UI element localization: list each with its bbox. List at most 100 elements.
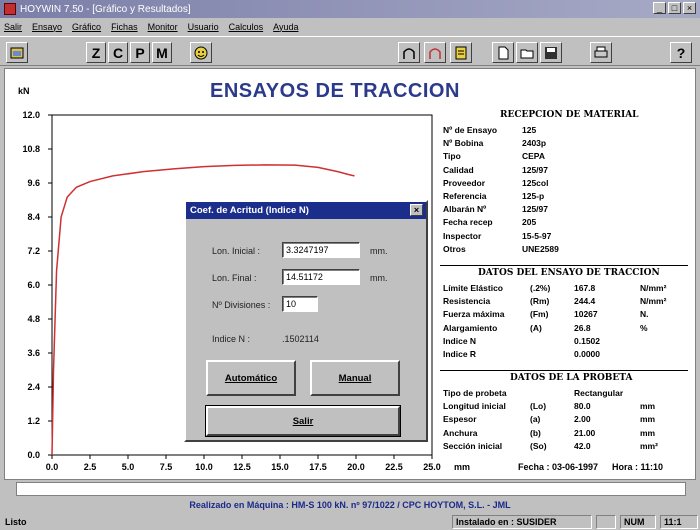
divisiones-input[interactable]: 10 (282, 296, 318, 312)
probeta-value: 80.0 (574, 401, 591, 412)
machine-info: Realizado en Máquina : HM-S 100 kN. nº 9… (189, 500, 511, 510)
probeta-symbol: (a) (530, 414, 541, 425)
status-text: Listo (5, 517, 27, 527)
x-tick-label: 7.5 (160, 462, 173, 472)
probeta-value: Rectangular (574, 388, 624, 398)
x-tick-label: 15.0 (271, 462, 289, 472)
datos-value: 0.1502 (574, 335, 600, 346)
recepcion-value: 125col (522, 177, 549, 188)
probeta-key: Longitud inicial (443, 401, 506, 412)
datos-key: Fuerza máxima (443, 309, 505, 320)
indice-n-value: .1502114 (282, 334, 319, 344)
salir-button[interactable]: Salir (205, 405, 401, 437)
recepcion-value: 125 (522, 125, 537, 135)
dialog-close-button[interactable]: × (410, 204, 423, 216)
y-tick-label: 8.4 (27, 212, 40, 222)
manual-button[interactable]: Manual (310, 360, 400, 396)
indice-n-dialog: Coef. de Acritud (Indice N) × Lon. Inici… (184, 200, 428, 442)
y-tick-label: 6.0 (27, 280, 40, 290)
panel-divider (440, 265, 688, 266)
datos-unit: N/mm² (640, 283, 667, 293)
recepcion-key: Otros (443, 243, 466, 254)
datos-key: Resistencia (443, 296, 491, 307)
recepcion-value: CEPA (522, 151, 545, 162)
recepcion-value: 2403p (522, 138, 547, 149)
x-tick-label: 20.0 (347, 462, 365, 472)
probeta-unit: mm (640, 401, 656, 412)
recepcion-value: 125/97 (522, 204, 548, 215)
probeta-symbol: (Lo) (530, 401, 547, 412)
x-tick-label: 5.0 (122, 462, 135, 472)
datos-header: DATOS DEL ENSAYO DE TRACCION (478, 268, 660, 278)
y-tick-label: 7.2 (27, 246, 40, 256)
y-tick-label: 2.4 (27, 382, 40, 392)
datos-symbol: (Fm) (530, 309, 549, 320)
recepcion-key: Proveedor (443, 177, 486, 188)
probeta-key: Anchura (443, 427, 478, 438)
x-tick-label: 0.0 (46, 462, 59, 472)
dialog-titlebar: Coef. de Acritud (Indice N) × (186, 202, 426, 219)
x-axis-unit: mm (454, 462, 470, 472)
datos-unit: N/mm² (640, 296, 667, 307)
probeta-unit: mm² (640, 440, 658, 451)
panel-divider (440, 370, 688, 371)
x-tick-label: 10.0 (195, 462, 213, 472)
probeta-symbol: (So) (530, 440, 547, 451)
fecha-label: Fecha : 03-06-1997 (518, 462, 599, 472)
recepcion-value: 205 (522, 217, 537, 228)
probeta-unit: mm (640, 414, 656, 425)
datos-value: 10267 (574, 309, 598, 320)
status-num: NUM (620, 515, 656, 529)
y-tick-label: 4.8 (27, 314, 40, 324)
x-tick-label: 22.5 (385, 462, 403, 472)
lon-final-input[interactable]: 14.51172 (282, 269, 360, 285)
y-tick-label: 10.8 (22, 144, 40, 154)
x-tick-label: 17.5 (309, 462, 327, 472)
probeta-value: 21.00 (574, 427, 596, 438)
datos-value: 0.0000 (574, 349, 600, 359)
chart-title: ENSAYOS DE TRACCION (210, 80, 460, 102)
y-tick-label: 3.6 (27, 348, 40, 358)
lon-inicial-unit: mm. (370, 246, 388, 256)
x-tick-label: 12.5 (233, 462, 251, 472)
datos-key: Indice R (443, 349, 477, 359)
y-tick-label: 9.6 (27, 178, 40, 188)
datos-symbol: (A) (530, 322, 542, 333)
datos-unit: N. (640, 309, 649, 320)
lon-final-label: Lon. Final : (212, 273, 257, 283)
probeta-key: Espesor (443, 414, 477, 425)
datos-key: Alargamiento (443, 322, 498, 333)
status-blank (596, 515, 616, 529)
probeta-header: DATOS DE LA PROBETA (510, 373, 633, 383)
y-axis-label: kN (18, 86, 30, 96)
y-tick-label: 0.0 (27, 450, 40, 460)
datos-symbol: (Rm) (530, 296, 550, 307)
lon-inicial-input[interactable]: 3.3247197 (282, 242, 360, 258)
y-tick-label: 1.2 (27, 416, 40, 426)
y-tick-label: 12.0 (22, 110, 40, 120)
recepcion-key: Calidad (443, 164, 474, 175)
probeta-unit: mm (640, 427, 656, 438)
indice-n-label: Indice N : (212, 334, 251, 344)
lon-inicial-label: Lon. Inicial : (212, 246, 261, 256)
dialog-title: Coef. de Acritud (Indice N) (190, 205, 309, 216)
recepcion-key: Nº de Ensayo (443, 125, 498, 135)
datos-value: 167.8 (574, 283, 596, 293)
recepcion-key: Tipo (443, 151, 461, 162)
hora-label: Hora : 11:10 (612, 462, 664, 472)
divisiones-label: Nº Divisiones : (212, 300, 271, 310)
datos-unit: % (640, 322, 648, 333)
recepcion-key: Inspector (443, 230, 482, 241)
datos-symbol: (.2%) (530, 283, 551, 293)
recepcion-value: UNE2589 (522, 243, 559, 254)
recepcion-value: 15-5-97 (522, 230, 552, 241)
recepcion-value: 125-p (522, 191, 545, 201)
automatico-button[interactable]: Automático (206, 360, 296, 396)
recepcion-value: 125/97 (522, 164, 548, 175)
probeta-key: Tipo de probeta (443, 388, 507, 398)
recepcion-key: Referencia (443, 191, 487, 201)
status-time: 11:1 (660, 515, 698, 529)
recepcion-key: Albarán Nº (443, 204, 487, 215)
recepcion-header: RECEPCION DE MATERIAL (500, 110, 639, 120)
datos-key: Límite Elástico (443, 283, 503, 293)
